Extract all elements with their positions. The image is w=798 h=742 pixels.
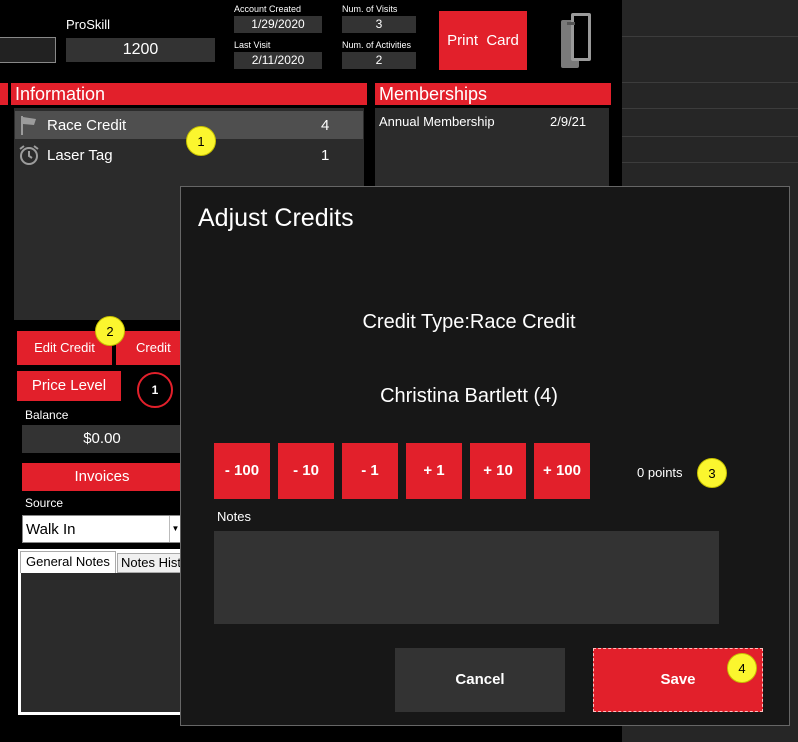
customer-name-text: Christina Bartlett (4)	[380, 385, 558, 407]
list-item-label: Laser Tag	[47, 147, 113, 164]
source-value: Walk In	[26, 521, 76, 538]
activities-label: Num. of Activities	[342, 40, 412, 50]
list-item-value: 4	[321, 117, 330, 134]
proskill-value: 1200	[66, 38, 215, 62]
annotation-badge: 1	[186, 126, 216, 156]
account-created-value: 1/29/2020	[234, 16, 322, 33]
last-visit-value: 2/11/2020	[234, 52, 322, 69]
proskill-label: ProSkill	[66, 17, 111, 32]
divider	[622, 36, 798, 37]
price-level-button[interactable]: Price Level	[17, 371, 121, 401]
name-field[interactable]	[0, 37, 56, 63]
tab-general-notes[interactable]: General Notes	[20, 551, 116, 573]
last-visit-label: Last Visit	[234, 40, 271, 50]
balance-label: Balance	[25, 408, 69, 422]
general-notes-textarea[interactable]	[21, 573, 182, 712]
plus-1-button[interactable]: + 1	[406, 443, 462, 499]
flag-icon	[18, 114, 40, 136]
list-item-label: Race Credit	[47, 117, 127, 134]
points-readout: 0 points	[637, 465, 683, 480]
notes-label: Notes	[217, 509, 251, 524]
list-item-value: 1	[321, 147, 330, 164]
membership-card-icon[interactable]	[557, 12, 595, 70]
annotation-badge: 3	[697, 458, 727, 488]
tab-notes-history[interactable]: Notes Hist	[117, 553, 182, 573]
visits-label: Num. of Visits	[342, 4, 398, 14]
activities-value: 2	[342, 52, 416, 69]
divider	[622, 82, 798, 83]
plus-10-button[interactable]: + 10	[470, 443, 526, 499]
adjust-credits-dialog: Adjust Credits Credit Type:Race Credit C…	[180, 186, 790, 726]
divider	[622, 162, 798, 163]
credit-history-button[interactable]: Credit Hi	[116, 331, 180, 365]
source-dropdown[interactable]: Walk In ▼	[22, 515, 182, 543]
price-level-badge: 1	[137, 372, 173, 408]
notes-textarea[interactable]	[214, 531, 719, 624]
account-created-label: Account Created	[234, 4, 302, 14]
annotation-badge: 4	[727, 653, 757, 683]
membership-row[interactable]: Annual Membership 2/9/21	[379, 114, 605, 132]
membership-date: 2/9/21	[550, 114, 587, 129]
minus-10-button[interactable]: - 10	[278, 443, 334, 499]
annotation-badge: 2	[95, 316, 125, 346]
source-label: Source	[25, 496, 64, 510]
left-header-stub	[0, 83, 8, 105]
cancel-button[interactable]: Cancel	[395, 648, 565, 712]
invoices-button[interactable]: Invoices	[22, 463, 182, 491]
information-header: Information	[11, 83, 367, 105]
alarm-clock-icon	[18, 144, 40, 166]
visits-value: 3	[342, 16, 416, 33]
minus-1-button[interactable]: - 1	[342, 443, 398, 499]
memberships-header: Memberships	[375, 83, 611, 105]
membership-name: Annual Membership	[379, 114, 495, 129]
divider	[622, 108, 798, 109]
balance-value: $0.00	[22, 425, 182, 453]
minus-100-button[interactable]: - 100	[214, 443, 270, 499]
divider	[622, 136, 798, 137]
plus-100-button[interactable]: + 100	[534, 443, 590, 499]
credit-type-text: Credit Type:Race Credit	[362, 311, 576, 333]
dialog-title: Adjust Credits	[198, 204, 354, 232]
notes-tabs: General Notes Notes Hist	[18, 549, 182, 715]
print-card-button[interactable]: Print Card	[439, 11, 527, 70]
